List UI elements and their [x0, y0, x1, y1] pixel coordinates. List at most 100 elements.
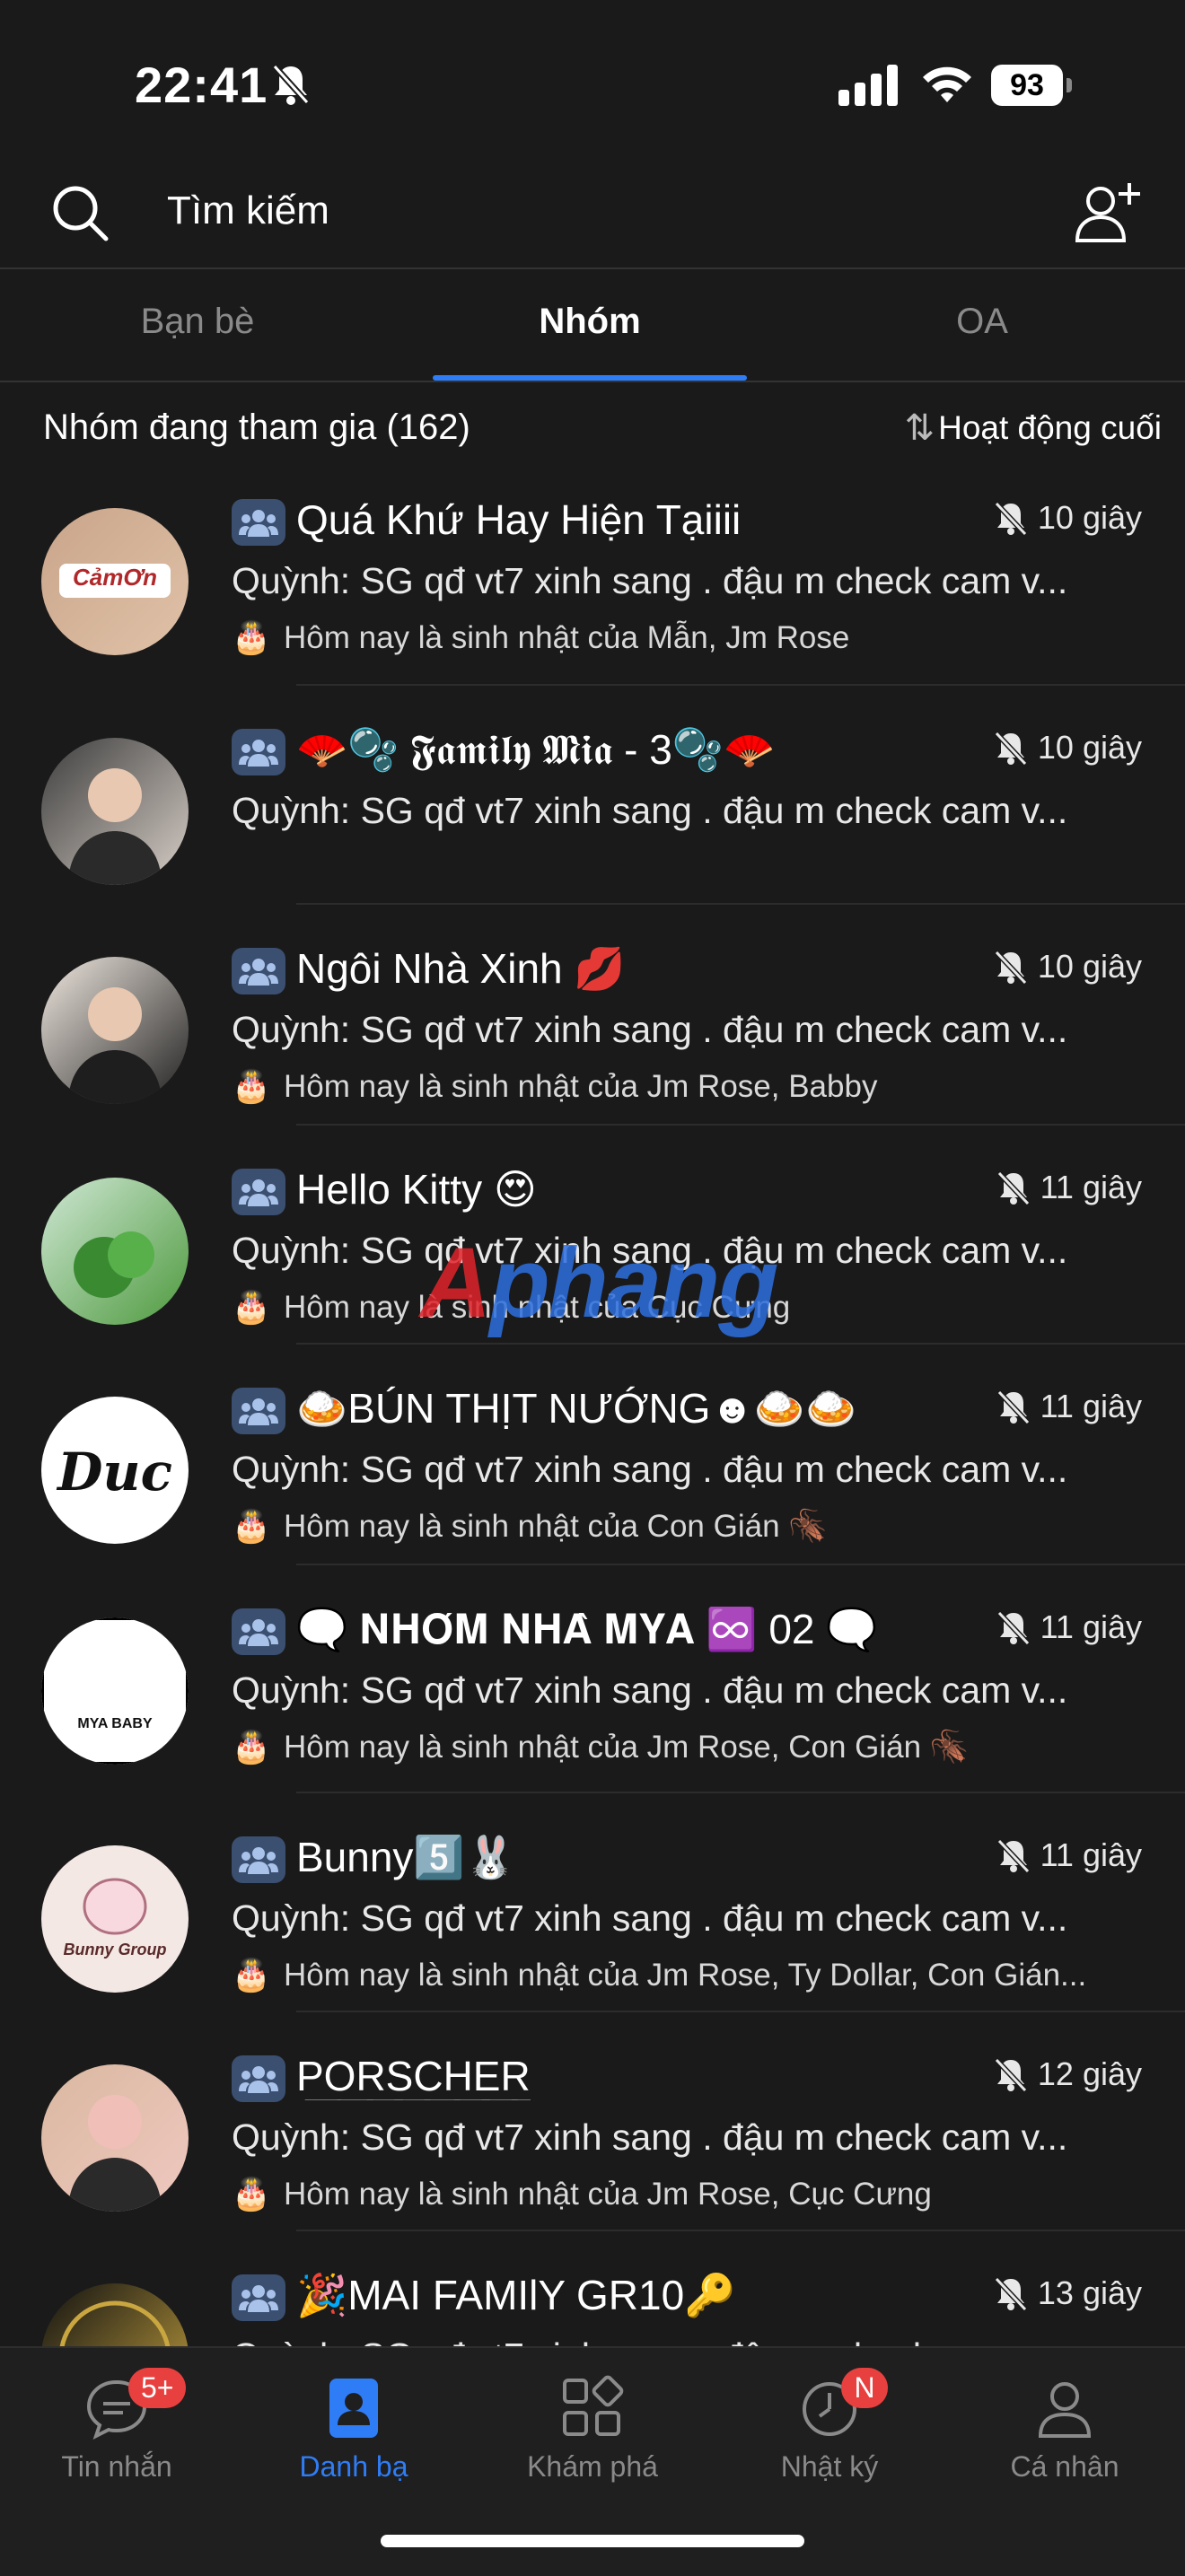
- row-divider: [296, 1564, 1185, 1565]
- group-last-message: Quỳnh: SG qđ vt7 xinh sang . đậu m check…: [232, 2335, 1147, 2346]
- sort-button[interactable]: ⇅ Hoạt động cuối: [905, 407, 1162, 449]
- muted-bell-icon: [994, 2057, 1028, 2092]
- group-row[interactable]: MYA BABY 🗨️ 𝐍𝐇𝐎́𝐌 𝐍𝐇𝐀̀ 𝐌𝐘𝐀 ♾️ 02 🗨️ 11 giâ…: [0, 1576, 1185, 1793]
- group-last-message: Quỳnh: SG qđ vt7 xinh sang . đậu m check…: [232, 2116, 1068, 2158]
- group-type-icon: [232, 729, 285, 775]
- nav-profile[interactable]: Cá nhân: [966, 2366, 1163, 2484]
- group-row[interactable]: MAI 🎉MAI FAMIlY GR10🔑 13 giây Quỳnh: SG qđ …: [0, 2242, 1185, 2346]
- group-time: 11 giây: [996, 1169, 1142, 1206]
- group-row[interactable]: 🪭🫧 𝕱𝖆𝖒𝖎𝖑𝖞 𝕸𝖎𝖆 - 3🫧🪭 10 giây Quỳnh: SG qđ v…: [0, 697, 1185, 912]
- group-time-label: 11 giây: [1040, 1608, 1142, 1645]
- group-name: 🗨️ 𝐍𝐇𝐎́𝐌 𝐍𝐇𝐀̀ 𝐌𝐘𝐀 ♾️ 02 🗨️: [296, 1606, 878, 1652]
- tab-bar: Bạn bè Nhóm OA: [0, 269, 1185, 382]
- add-friend-icon[interactable]: [1074, 180, 1142, 244]
- nav-timeline-label: Nhật ký: [780, 2450, 879, 2483]
- group-type-icon: [232, 2274, 285, 2321]
- muted-bell-icon: [996, 1170, 1030, 1205]
- group-name: Ngôi Nhà Xinh 💋: [296, 945, 626, 992]
- bell-off-icon: [272, 64, 310, 105]
- birthday-notice: 🎂 Hôm nay là sinh nhật của Jm Rose, Cục C…: [232, 2176, 1147, 2212]
- group-type-icon: [232, 1608, 285, 1655]
- group-time-label: 11 giây: [1040, 1836, 1142, 1873]
- group-avatar[interactable]: MYA BABY: [41, 1617, 189, 1765]
- group-time: 13 giây: [993, 2274, 1142, 2312]
- row-divider: [296, 2230, 1185, 2231]
- sort-label: Hoạt động cuối: [938, 409, 1162, 446]
- group-name: P͟O͟R͟S͟C͟H͟E͟R͟: [296, 2053, 531, 2099]
- group-avatar[interactable]: MAI: [41, 2283, 189, 2346]
- grid-icon: [563, 2375, 624, 2436]
- birthday-notice: 🎂 Hôm nay là sinh nhật của Con Gián 🪳: [232, 1508, 1147, 1545]
- group-avatar[interactable]: [41, 957, 189, 1104]
- group-list: CảmƠn Quá Khứ Hay Hiện Tạiiii 10 giây Quỳnh…: [0, 467, 1185, 2346]
- row-divider: [296, 1124, 1185, 1126]
- cake-icon: 🎂: [232, 2177, 271, 2212]
- group-name: Quá Khứ Hay Hiện Tạiiii: [296, 496, 742, 543]
- nav-messages[interactable]: 5+ Tin nhắn: [18, 2366, 215, 2484]
- cake-icon: 🎂: [232, 620, 271, 655]
- status-time: 22:41: [135, 57, 268, 113]
- group-time: 11 giây: [996, 1388, 1142, 1425]
- nav-profile-label: Cá nhân: [1010, 2450, 1119, 2483]
- group-avatar[interactable]: Bunny Group: [41, 1845, 189, 1993]
- muted-bell-icon: [994, 501, 1028, 536]
- group-avatar[interactable]: [41, 2064, 189, 2212]
- group-row[interactable]: Ngôi Nhà Xinh 💋 10 giây Quỳnh: SG qđ vt7 x…: [0, 916, 1185, 1131]
- sort-icon: ⇅: [904, 408, 935, 448]
- muted-bell-icon: [994, 731, 1028, 766]
- group-type-icon: [232, 1388, 285, 1434]
- nav-explore[interactable]: Khám phá: [494, 2366, 691, 2484]
- birthday-text: Hôm nay là sinh nhật của Jm Rose, Ty Dol…: [284, 1958, 1087, 1993]
- group-name: Hello Kitty 😍: [296, 1166, 537, 1213]
- row-divider: [296, 2011, 1185, 2012]
- nav-contacts-label: Danh bạ: [299, 2450, 408, 2483]
- row-divider: [296, 684, 1185, 686]
- group-time-label: 10 giây: [1037, 729, 1142, 766]
- search-input[interactable]: Tìm kiếm: [167, 188, 329, 233]
- search-icon[interactable]: [50, 183, 110, 242]
- watermark: Aphang: [420, 1228, 778, 1338]
- battery-level: 93: [991, 65, 1063, 106]
- row-divider: [296, 1343, 1185, 1345]
- group-row[interactable]: CảmƠn Quá Khứ Hay Hiện Tạiiii 10 giây Quỳnh…: [0, 467, 1185, 686]
- search-bar: Tìm kiếm: [0, 162, 1185, 269]
- muted-bell-icon: [996, 1610, 1030, 1645]
- avatar-text: MYA BABY: [77, 1716, 153, 1731]
- home-indicator: [381, 2535, 804, 2547]
- muted-bell-icon: [994, 950, 1028, 985]
- birthday-notice: 🎂 Hôm nay là sinh nhật của Jm Rose, Ty Do…: [232, 1957, 1147, 1993]
- status-bar: 22:41 93: [0, 0, 1185, 162]
- group-name: Bunny5️⃣🐰: [296, 1834, 516, 1880]
- cake-icon: 🎂: [232, 1730, 271, 1765]
- birthday-text: Hôm nay là sinh nhật của Jm Rose, Cục Cư…: [284, 2177, 932, 2212]
- tab-groups[interactable]: Nhóm: [464, 302, 715, 342]
- group-time-label: 13 giây: [1037, 2274, 1142, 2311]
- group-avatar[interactable]: [41, 1178, 189, 1325]
- group-time: 10 giây: [993, 729, 1142, 767]
- group-time: 11 giây: [996, 1608, 1142, 1646]
- nav-contacts[interactable]: Danh bạ: [255, 2366, 452, 2484]
- group-avatar[interactable]: Duc: [41, 1397, 189, 1544]
- cellular-signal-icon: [838, 65, 898, 106]
- group-name: 🍛BÚN THỊT NƯỚNG☻🍛🍛: [296, 1385, 857, 1432]
- group-row[interactable]: Bunny Group Bunny5️⃣🐰 11 giây Quỳnh: SG qđ …: [0, 1804, 1185, 2020]
- tab-friends[interactable]: Bạn bè: [72, 302, 323, 342]
- group-type-icon: [232, 948, 285, 994]
- group-last-message: Quỳnh: SG qđ vt7 xinh sang . đậu m check…: [232, 1897, 1068, 1939]
- group-avatar[interactable]: [41, 738, 189, 885]
- wifi-icon: [923, 66, 971, 102]
- messages-badge: 5+: [128, 2368, 187, 2408]
- battery-icon: 93: [991, 65, 1072, 106]
- group-type-icon: [232, 1169, 285, 1215]
- muted-bell-icon: [994, 2276, 1028, 2311]
- group-row[interactable]: Duc 🍛BÚN THỊT NƯỚNG☻🍛🍛 11 giây Quỳnh: SG qđ…: [0, 1355, 1185, 1571]
- nav-timeline[interactable]: N Nhật ký: [731, 2366, 928, 2484]
- group-type-icon: [232, 1836, 285, 1883]
- group-avatar[interactable]: CảmƠn: [41, 508, 189, 655]
- birthday-text: Hôm nay là sinh nhật của Con Gián 🪳: [284, 1509, 828, 1544]
- section-title: Nhóm đang tham gia (162): [43, 407, 470, 447]
- group-time-label: 11 giây: [1040, 1169, 1142, 1205]
- person-icon: [1038, 2382, 1092, 2438]
- group-row[interactable]: P͟O͟R͟S͟C͟H͟E͟R͟ 12 giây Quỳnh: SG qđ vt7 …: [0, 2023, 1185, 2239]
- tab-oa[interactable]: OA: [856, 302, 1108, 342]
